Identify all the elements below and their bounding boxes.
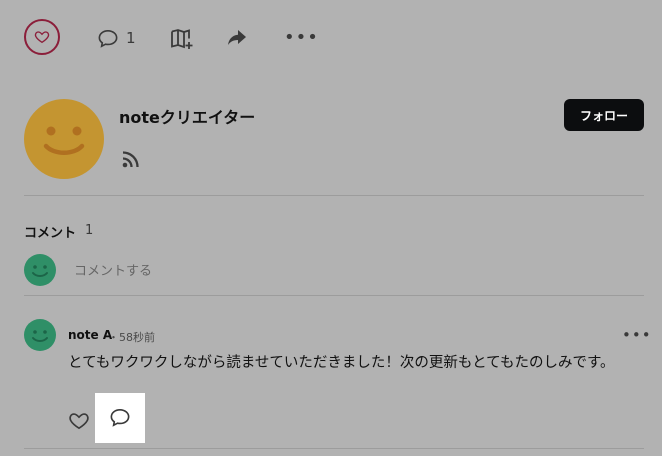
- comment-count: 1: [126, 29, 136, 47]
- add-to-magazine-button[interactable]: [170, 28, 194, 50]
- rss-icon: [122, 151, 140, 172]
- comment-input[interactable]: コメントする: [74, 260, 152, 279]
- follow-button[interactable]: フォロー: [564, 99, 644, 131]
- divider: [24, 448, 644, 449]
- share-button[interactable]: [227, 30, 247, 46]
- creator-avatar[interactable]: [24, 99, 104, 179]
- add-to-magazine-icon: [170, 28, 194, 50]
- comment-author-avatar[interactable]: [24, 319, 56, 351]
- divider: [24, 295, 644, 296]
- comment-timestamp: ・58秒前: [108, 331, 155, 344]
- divider: [24, 195, 644, 196]
- heart-icon: [68, 410, 90, 430]
- heart-icon: [34, 29, 50, 45]
- creator-name[interactable]: noteクリエイター: [119, 104, 255, 128]
- more-horizontal-icon: •••: [284, 27, 319, 48]
- more-menu-button[interactable]: •••: [284, 27, 319, 48]
- comment-like-button[interactable]: [68, 410, 90, 430]
- more-horizontal-icon: •••: [622, 326, 652, 344]
- comment-author-name[interactable]: note A: [68, 328, 112, 342]
- like-button[interactable]: [24, 19, 60, 55]
- comment-body: とてもワクワクしながら読ませていただきました！次の更新もとてもたのしみです。: [68, 355, 615, 371]
- rss-link[interactable]: [122, 150, 140, 172]
- share-arrow-icon: [227, 30, 247, 46]
- comments-count: 1: [85, 223, 94, 238]
- comment-button[interactable]: [97, 29, 119, 49]
- comment-bubble-icon: [97, 29, 119, 49]
- comments-title: コメント: [24, 226, 77, 241]
- comment-bubble-icon: [109, 408, 131, 428]
- current-user-avatar: [24, 254, 56, 286]
- comment-more-button[interactable]: •••: [622, 326, 652, 344]
- comment-reply-button[interactable]: [95, 393, 145, 443]
